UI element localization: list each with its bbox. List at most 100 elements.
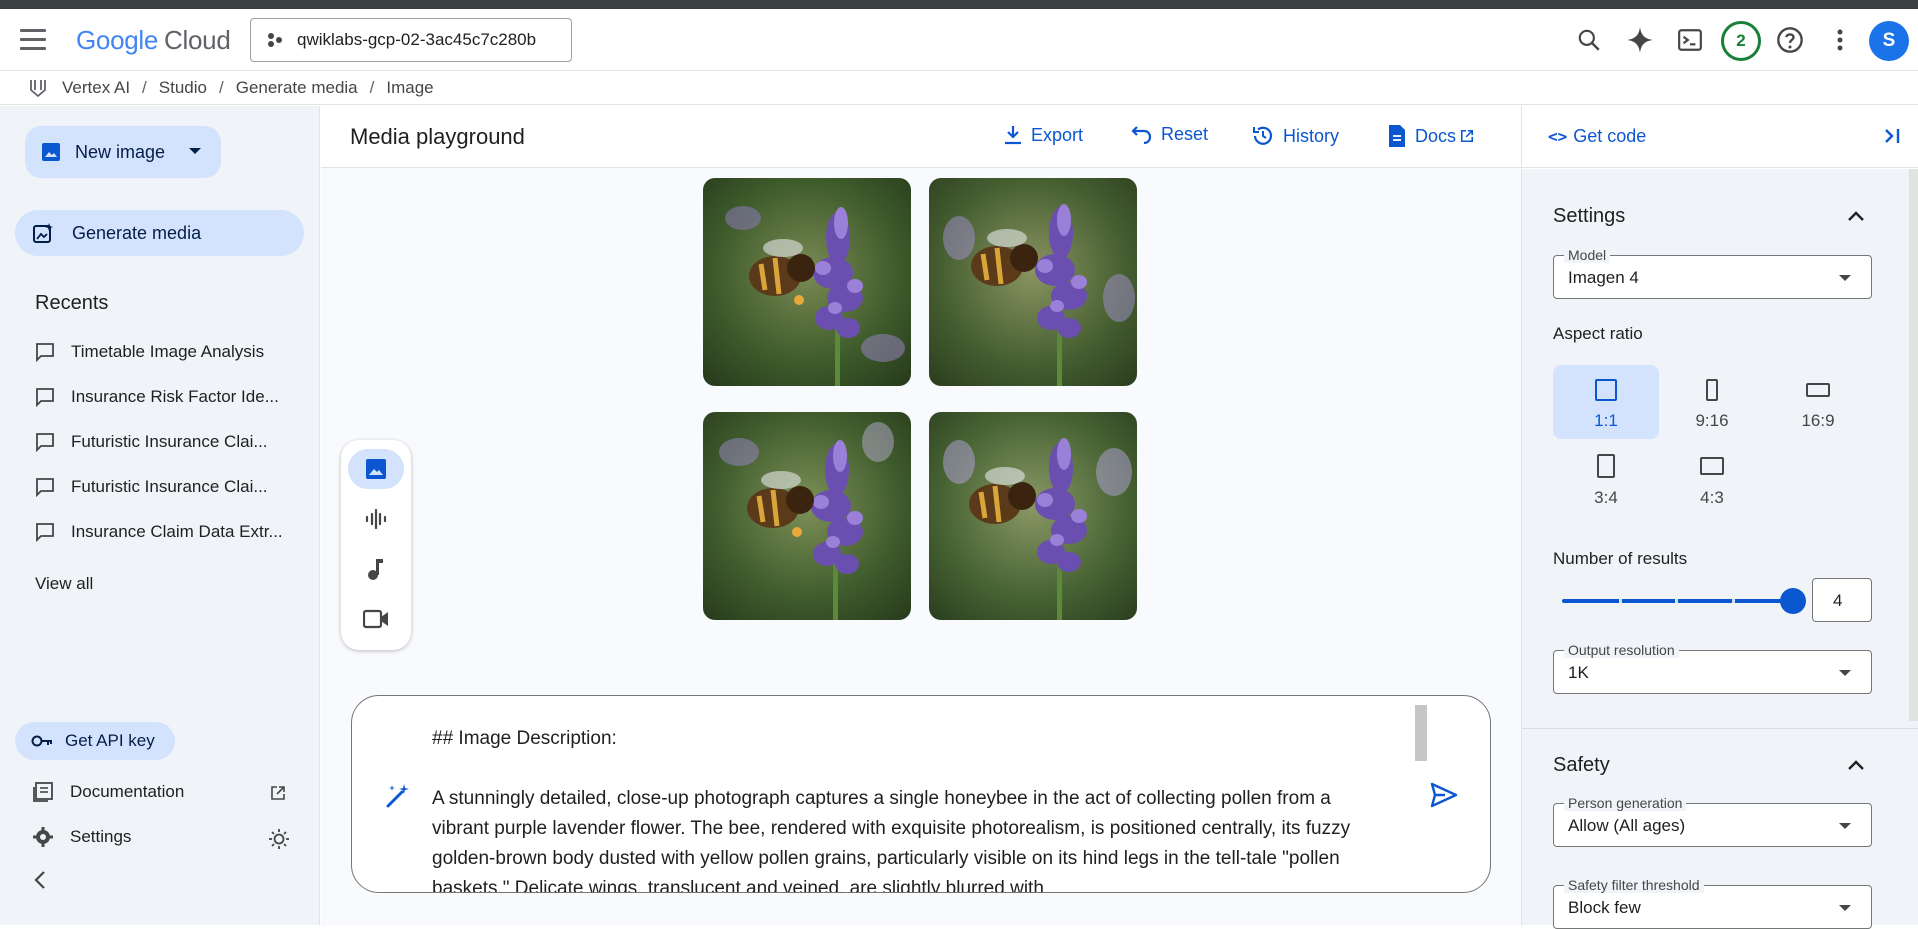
breadcrumb-generate-media[interactable]: Generate media	[236, 78, 358, 98]
help-icon[interactable]	[1775, 25, 1805, 55]
nav-generate-media[interactable]: Generate media	[15, 210, 304, 256]
recent-item[interactable]: Insurance Risk Factor Ide...	[35, 385, 279, 409]
person-generation-select[interactable]: Person generation Allow (All ages)	[1553, 795, 1872, 847]
aspect-option-label: 9:16	[1695, 411, 1729, 430]
page-title: Media playground	[350, 124, 525, 149]
chevron-down-icon[interactable]	[189, 148, 201, 154]
notifications-badge[interactable]: 2	[1721, 21, 1761, 61]
download-icon	[1005, 126, 1021, 145]
cloud-shell-icon[interactable]	[1675, 25, 1705, 55]
recent-item[interactable]: Futuristic Insurance Clai...	[35, 430, 268, 454]
generate-media-icon	[33, 223, 53, 243]
view-all-link[interactable]: View all	[35, 574, 93, 594]
media-playground: Media playground Export Reset History Do…	[321, 106, 1521, 925]
playground-header: Media playground Export Reset History Do…	[321, 106, 1521, 168]
panel-scrollbar[interactable]	[1909, 169, 1918, 721]
settings-link[interactable]: Settings	[32, 826, 131, 848]
prompt-scrollbar[interactable]	[1415, 705, 1427, 761]
google-cloud-logo[interactable]: Google Cloud	[76, 25, 231, 56]
aspect-option-9-16[interactable]: 9:16	[1659, 365, 1765, 439]
person-generation-label: Person generation	[1564, 795, 1687, 811]
more-vert-icon[interactable]	[1825, 25, 1855, 55]
project-name: qwiklabs-gcp-02-3ac45c7c280b	[297, 30, 537, 49]
landscape-icon	[1806, 383, 1830, 397]
new-image-button[interactable]: New image	[25, 126, 221, 178]
recents-heading: Recents	[35, 292, 109, 314]
chevron-up-icon[interactable]	[1847, 209, 1865, 227]
recent-item[interactable]: Timetable Image Analysis	[35, 340, 264, 364]
generated-image[interactable]	[929, 178, 1137, 386]
left-sidebar: New image Generate media Recents Timetab…	[0, 106, 320, 925]
music-mode-button[interactable]	[348, 549, 404, 589]
model-label: Model	[1564, 247, 1611, 263]
aspect-ratio-label: Aspect ratio	[1553, 324, 1643, 343]
settings-panel: Settings Model Imagen 4 Aspect ratio 1:1…	[1521, 169, 1918, 929]
aspect-option-3-4[interactable]: 3:4	[1553, 440, 1659, 514]
model-select[interactable]: Model Imagen 4	[1553, 247, 1872, 299]
magic-wand-icon[interactable]	[384, 782, 412, 815]
prompt-body: A stunningly detailed, close-up photogra…	[432, 788, 1351, 893]
docs-button[interactable]: Docs	[1387, 124, 1474, 148]
project-picker[interactable]: qwiklabs-gcp-02-3ac45c7c280b	[250, 18, 572, 62]
account-avatar[interactable]: S	[1869, 21, 1909, 61]
results-slider[interactable]	[1562, 588, 1806, 614]
theme-toggle-icon[interactable]	[268, 828, 290, 855]
results-count-input[interactable]: 4	[1812, 578, 1872, 622]
get-code-button[interactable]: <> Get code	[1548, 126, 1646, 147]
output-resolution-select[interactable]: Output resolution 1K	[1553, 642, 1872, 694]
safety-filter-select[interactable]: Safety filter threshold Block few	[1553, 877, 1872, 929]
vertex-ai-icon	[30, 79, 46, 97]
prompt-text[interactable]: ## Image Description: A stunningly detai…	[432, 724, 1372, 893]
send-button[interactable]	[1430, 782, 1458, 813]
history-button[interactable]: History	[1251, 124, 1339, 148]
generated-image[interactable]	[703, 178, 911, 386]
project-icon	[268, 33, 282, 47]
audio-mode-button[interactable]	[348, 499, 404, 539]
dropdown-arrow-icon	[1839, 275, 1851, 281]
output-resolution-label: Output resolution	[1564, 642, 1679, 658]
dropdown-arrow-icon	[1839, 670, 1851, 676]
videocam-icon	[363, 609, 388, 629]
prompt-input[interactable]: ## Image Description: A stunningly detai…	[351, 695, 1491, 893]
recent-item[interactable]: Insurance Claim Data Extr...	[35, 520, 283, 544]
safety-heading: Safety	[1553, 754, 1610, 776]
browser-top-strip	[0, 0, 1918, 9]
search-icon[interactable]	[1574, 25, 1604, 55]
new-image-label: New image	[75, 141, 166, 162]
recent-item-label: Insurance Claim Data Extr...	[71, 522, 283, 541]
breadcrumb-studio[interactable]: Studio	[159, 78, 207, 98]
gear-icon	[33, 827, 53, 847]
reset-button[interactable]: Reset	[1129, 124, 1208, 145]
slider-handle[interactable]	[1780, 588, 1806, 614]
gemini-sparkle-icon[interactable]	[1625, 25, 1655, 55]
settings-panel-header: <> Get code	[1521, 106, 1918, 168]
breadcrumb-vertex-ai[interactable]: Vertex AI	[62, 78, 130, 98]
generated-image[interactable]	[929, 412, 1137, 620]
image-mode-button[interactable]	[348, 449, 404, 489]
aspect-option-16-9[interactable]: 16:9	[1765, 365, 1871, 439]
dropdown-arrow-icon	[1839, 823, 1851, 829]
collapse-sidebar-icon[interactable]	[32, 870, 48, 895]
export-button[interactable]: Export	[1003, 124, 1083, 146]
get-code-label: Get code	[1573, 126, 1647, 146]
documentation-label: Documentation	[70, 782, 185, 801]
recent-item[interactable]: Futuristic Insurance Clai...	[35, 475, 268, 499]
key-icon	[31, 735, 52, 747]
generated-image[interactable]	[703, 412, 911, 620]
collapse-panel-icon[interactable]	[1882, 126, 1902, 151]
chevron-up-icon[interactable]	[1847, 758, 1865, 776]
image-icon	[366, 459, 386, 479]
landscape-icon	[1700, 457, 1724, 475]
documentation-link[interactable]: Documentation	[32, 781, 184, 803]
aspect-option-1-1[interactable]: 1:1	[1553, 365, 1659, 439]
video-mode-button[interactable]	[348, 599, 404, 639]
aspect-option-4-3[interactable]: 4:3	[1659, 440, 1765, 514]
get-api-key-button[interactable]: Get API key	[15, 722, 175, 760]
reset-label: Reset	[1161, 124, 1209, 144]
main-menu-icon[interactable]	[20, 29, 46, 51]
breadcrumb-image: Image	[386, 77, 434, 97]
aspect-option-label: 16:9	[1801, 411, 1835, 430]
person-generation-value: Allow (All ages)	[1568, 816, 1686, 835]
chat-bubble-icon	[36, 343, 54, 362]
aspect-option-label: 4:3	[1700, 488, 1724, 507]
